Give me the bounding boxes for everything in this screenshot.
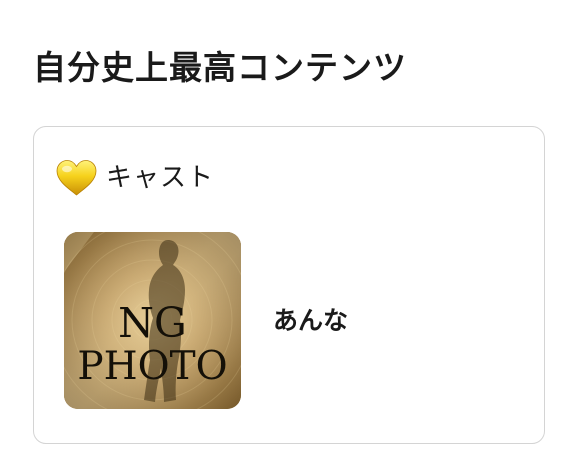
cast-photo[interactable]: NG PHOTO — [64, 232, 241, 409]
section-title: 自分史上最高コンテンツ — [33, 48, 407, 87]
ng-photo-label-line2: PHOTO — [77, 344, 228, 389]
page: 自分史上最高コンテンツ キャスト NG PHOTO あんな — [0, 0, 576, 470]
cast-card: キャスト NG PHOTO あんな — [33, 126, 545, 444]
cast-name[interactable]: あんな — [273, 301, 348, 341]
card-header-label: キャスト — [106, 163, 215, 193]
cast-item[interactable]: NG PHOTO あんな — [64, 232, 348, 409]
gold-heart-icon — [56, 160, 97, 196]
ng-photo-label-line1: NG — [118, 299, 187, 347]
card-header: キャスト — [55, 157, 214, 199]
